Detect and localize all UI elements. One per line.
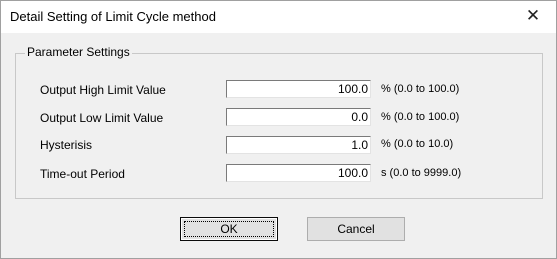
timeout-period-range: s (0.0 to 9999.0) [381,167,462,179]
group-title: Parameter Settings [25,45,132,59]
output-high-limit-label: Output High Limit Value [40,83,166,97]
hysterisis-range: % (0.0 to 10.0) [381,138,454,150]
output-high-limit-input[interactable]: 100.0 [226,80,371,98]
window-title: Detail Setting of Limit Cycle method [10,9,216,24]
ok-button[interactable]: OK [180,217,278,241]
hysterisis-label: Hysterisis [40,138,93,152]
output-low-limit-input[interactable]: 0.0 [226,108,371,126]
output-low-limit-label: Output Low Limit Value [40,111,164,125]
timeout-period-input[interactable]: 100.0 [226,164,371,182]
close-icon: ✕ [525,6,541,25]
focus-rectangle [184,221,274,237]
cancel-button[interactable]: Cancel [307,217,405,241]
timeout-period-label: Time-out Period [40,167,125,181]
title-bar: Detail Setting of Limit Cycle method ✕ [1,1,556,33]
close-button[interactable]: ✕ [510,1,556,33]
dialog-window: Detail Setting of Limit Cycle method ✕ P… [0,0,557,259]
output-high-limit-range: % (0.0 to 100.0) [381,83,460,95]
cancel-button-label: Cancel [337,222,375,236]
output-low-limit-range: % (0.0 to 100.0) [381,111,460,123]
hysterisis-input[interactable]: 1.0 [226,136,371,154]
